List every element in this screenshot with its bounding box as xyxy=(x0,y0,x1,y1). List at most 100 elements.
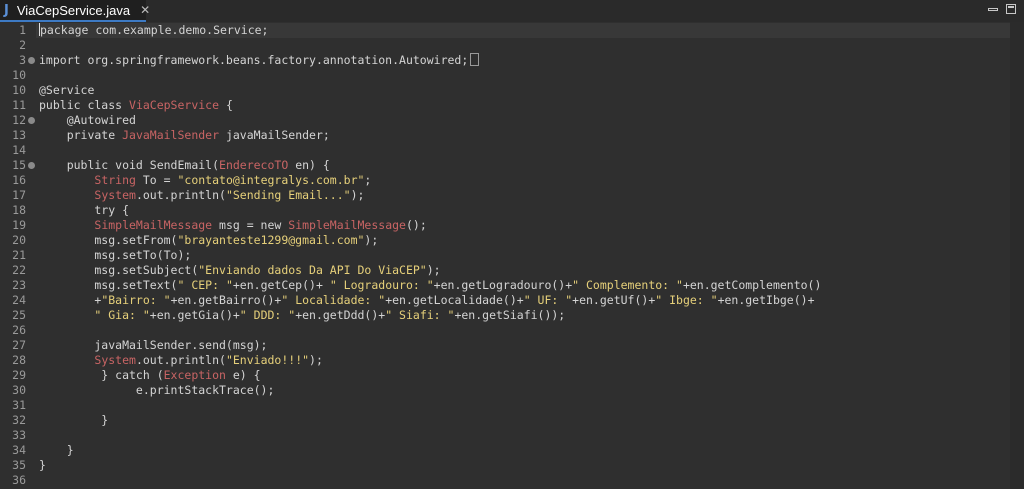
line-number: 35 xyxy=(12,458,26,472)
line-number: 33 xyxy=(12,428,26,442)
code-line[interactable]: String To = "contato@integralys.com.br"; xyxy=(36,173,1010,188)
code-line-text: public void SendEmail(EnderecoTO en) { xyxy=(39,158,330,172)
editor-tab-bar: J ViaCepService.java ✕ xyxy=(0,0,1024,23)
code-line[interactable]: " Gia: "+en.getGia()+" DDD: "+en.getDdd(… xyxy=(36,308,1010,323)
code-line-text: javaMailSender.send(msg); xyxy=(39,338,268,352)
code-line-text: } xyxy=(39,443,74,457)
line-number: 26 xyxy=(12,323,26,337)
code-line-text: import org.springframework.beans.factory… xyxy=(39,53,480,68)
line-number-gutter: 1 2 3 10 10 11 12 13 14 15 16 17 18 19 20 21 22 23 24 25 26 2… xyxy=(0,22,36,489)
java-file-icon: J xyxy=(4,2,9,18)
line-number: 22 xyxy=(12,263,26,277)
line-number: 3 xyxy=(19,53,26,67)
code-line[interactable] xyxy=(36,38,1010,53)
code-line-text: msg.setSubject("Enviando dados Da API Do… xyxy=(39,263,441,277)
code-line-text: " Gia: "+en.getGia()+" DDD: "+en.getDdd(… xyxy=(94,308,566,322)
code-line-text: e.printStackTrace(); xyxy=(39,383,275,397)
line-number: 20 xyxy=(12,233,26,247)
line-number: 24 xyxy=(12,293,26,307)
code-line-text: } catch (Exception e) { xyxy=(39,368,261,382)
tab-title: ViaCepService.java xyxy=(16,2,131,18)
code-line-text: String To = "contato@integralys.com.br"; xyxy=(94,173,372,187)
code-line[interactable]: javaMailSender.send(msg); xyxy=(36,338,1010,353)
line-number: 31 xyxy=(12,398,26,412)
code-line-text: System.out.println("Enviado!!!"); xyxy=(94,353,323,367)
code-line[interactable]: msg.setFrom("brayanteste1299@gmail.com")… xyxy=(36,233,1010,248)
code-text-area[interactable]: package com.example.demo.Service; import … xyxy=(36,22,1010,489)
line-number: 1 xyxy=(19,23,26,37)
code-line[interactable]: public void SendEmail(EnderecoTO en) { xyxy=(36,158,1010,173)
minimize-button[interactable] xyxy=(988,8,998,11)
line-number: 34 xyxy=(12,443,26,457)
line-number: 10 xyxy=(12,83,26,97)
line-number: 25 xyxy=(12,308,26,322)
code-line-text: SimpleMailMessage msg = new SimpleMailMe… xyxy=(94,218,427,232)
code-line[interactable] xyxy=(36,398,1010,413)
line-number: 30 xyxy=(12,383,26,397)
code-line-text: msg.setTo(To); xyxy=(39,248,192,262)
line-number: 18 xyxy=(12,203,26,217)
code-line[interactable] xyxy=(36,143,1010,158)
code-line[interactable]: } xyxy=(36,443,1010,458)
line-number: 36 xyxy=(12,473,26,487)
maximize-button[interactable] xyxy=(1006,4,1016,14)
code-line[interactable] xyxy=(36,323,1010,338)
vertical-scrollbar[interactable] xyxy=(1010,22,1024,489)
code-line[interactable]: private JavaMailSender javaMailSender; xyxy=(36,128,1010,143)
line-number: 2 xyxy=(19,38,26,52)
code-line-text: msg.setText(" CEP: "+en.getCep()+ " Logr… xyxy=(39,278,822,292)
line-number: 11 xyxy=(12,98,26,112)
code-line[interactable]: package com.example.demo.Service; xyxy=(36,23,1010,38)
code-line[interactable]: } xyxy=(36,413,1010,428)
tab-viacepservice[interactable]: J ViaCepService.java ✕ xyxy=(0,0,150,22)
line-number: 32 xyxy=(12,413,26,427)
code-line[interactable]: e.printStackTrace(); xyxy=(36,383,1010,398)
code-line-text: } xyxy=(39,413,109,427)
code-line[interactable]: msg.setText(" CEP: "+en.getCep()+ " Logr… xyxy=(36,278,1010,293)
fold-toggle-icon[interactable] xyxy=(28,162,35,169)
code-line-text: +"Bairro: "+en.getBairro()+" Localidade:… xyxy=(39,293,815,307)
code-line[interactable]: public class ViaCepService { xyxy=(36,98,1010,113)
text-caret xyxy=(39,23,40,36)
code-line[interactable]: try { xyxy=(36,203,1010,218)
line-number: 19 xyxy=(12,218,26,232)
line-number: 16 xyxy=(12,173,26,187)
code-line[interactable]: System.out.println("Enviado!!!"); xyxy=(36,353,1010,368)
code-line[interactable]: import org.springframework.beans.factory… xyxy=(36,53,1010,68)
line-number: 23 xyxy=(12,278,26,292)
code-line-text: } xyxy=(39,458,46,472)
code-editor[interactable]: 1 2 3 10 10 11 12 13 14 15 16 17 18 19 20 21 22 23 24 25 26 2… xyxy=(0,22,1024,489)
fold-toggle-icon[interactable] xyxy=(28,57,35,64)
code-line[interactable]: SimpleMailMessage msg = new SimpleMailMe… xyxy=(36,218,1010,233)
code-line-text: msg.setFrom("brayanteste1299@gmail.com")… xyxy=(39,233,379,247)
code-line[interactable]: msg.setTo(To); xyxy=(36,248,1010,263)
code-line[interactable] xyxy=(36,68,1010,83)
close-icon[interactable]: ✕ xyxy=(140,3,150,17)
code-line[interactable]: } catch (Exception e) { xyxy=(36,368,1010,383)
code-line-text: @Service xyxy=(39,83,95,97)
code-line-text: System.out.println("Sending Email..."); xyxy=(94,188,365,202)
line-number: 10 xyxy=(12,68,26,82)
collapsed-imports-icon[interactable] xyxy=(470,53,480,66)
line-number: 21 xyxy=(12,248,26,262)
line-number: 12 xyxy=(12,113,26,127)
code-line[interactable]: +"Bairro: "+en.getBairro()+" Localidade:… xyxy=(36,293,1010,308)
line-number: 15 xyxy=(12,158,26,172)
line-number: 13 xyxy=(12,128,26,142)
code-line[interactable] xyxy=(36,473,1010,488)
line-number: 29 xyxy=(12,368,26,382)
code-line[interactable]: @Autowired xyxy=(36,113,1010,128)
code-line-text: private JavaMailSender javaMailSender; xyxy=(39,128,330,142)
code-line-text: package com.example.demo.Service; xyxy=(39,23,269,37)
code-line-text: @Autowired xyxy=(39,113,136,127)
code-line[interactable]: @Service xyxy=(36,83,1010,98)
fold-toggle-icon[interactable] xyxy=(28,117,35,124)
code-line[interactable]: } xyxy=(36,458,1010,473)
code-line[interactable] xyxy=(36,428,1010,443)
line-number: 28 xyxy=(12,353,26,367)
line-number: 27 xyxy=(12,338,26,352)
code-line[interactable]: msg.setSubject("Enviando dados Da API Do… xyxy=(36,263,1010,278)
code-line[interactable]: System.out.println("Sending Email..."); xyxy=(36,188,1010,203)
code-line-text: public class ViaCepService { xyxy=(39,98,233,112)
line-number: 14 xyxy=(12,143,26,157)
